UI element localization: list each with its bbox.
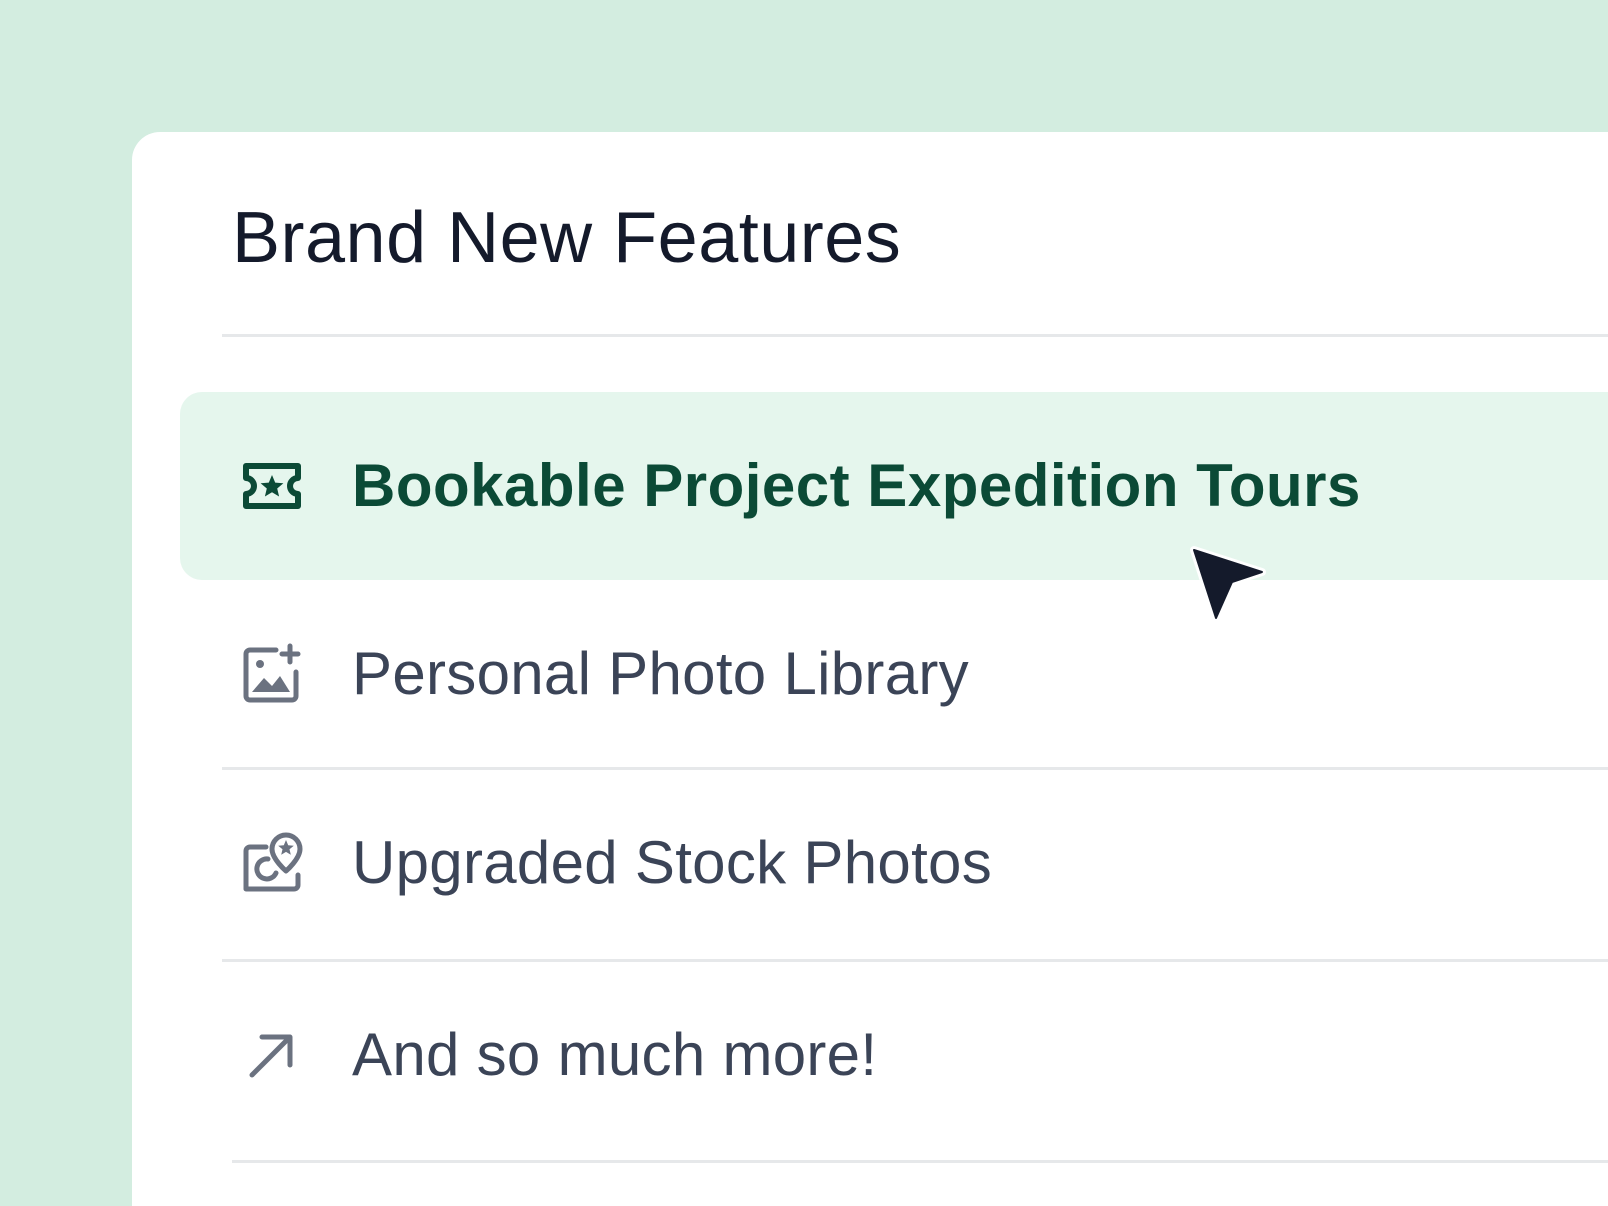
feature-item-more[interactable]: And so much more! [180, 961, 1608, 1149]
feature-label: And so much more! [352, 1021, 878, 1088]
feature-label: Bookable Project Expedition Tours [352, 452, 1361, 519]
card-title: Brand New Features [232, 198, 902, 278]
feature-label: Upgraded Stock Photos [352, 829, 993, 896]
feature-item-stock-photos[interactable]: Upgraded Stock Photos [180, 769, 1608, 957]
feature-label: Personal Photo Library [352, 640, 969, 707]
ticket-star-icon [243, 463, 301, 509]
image-add-icon [243, 643, 301, 703]
features-card: Brand New Features Bookable Project Expe… [132, 132, 1608, 1206]
title-divider [222, 334, 1608, 337]
row-divider [232, 1160, 1608, 1163]
feature-item-photo-library[interactable]: Personal Photo Library [180, 580, 1608, 768]
arrow-up-right-icon [249, 1034, 293, 1078]
photo-location-star-icon [243, 832, 303, 892]
feature-item-expedition-tours[interactable]: Bookable Project Expedition Tours [180, 392, 1608, 580]
